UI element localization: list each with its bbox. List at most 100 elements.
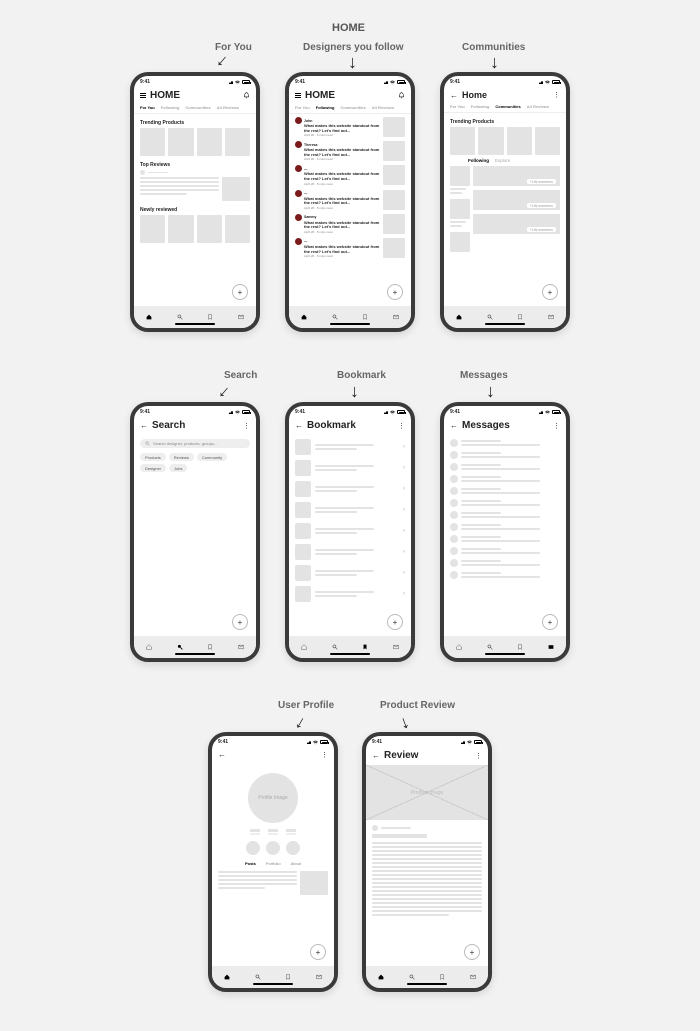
post-thumbnail[interactable]: [300, 871, 328, 895]
product-card[interactable]: [168, 215, 193, 243]
nav-bookmark-icon[interactable]: [362, 644, 368, 650]
bookmark-item[interactable]: ›: [295, 481, 405, 497]
bookmark-item[interactable]: ›: [295, 523, 405, 539]
back-icon[interactable]: ←: [295, 421, 303, 430]
back-icon[interactable]: ←: [372, 751, 380, 760]
tab-following[interactable]: Following: [471, 104, 490, 109]
nav-home-icon[interactable]: [146, 314, 152, 320]
fab-add[interactable]: +: [232, 284, 248, 300]
nav-home-icon[interactable]: [456, 644, 462, 650]
nav-search-icon[interactable]: [409, 974, 415, 980]
feed-item[interactable]: — What makes this website standout from …: [295, 238, 405, 258]
tab-following[interactable]: Following: [161, 105, 180, 110]
product-card[interactable]: [507, 127, 532, 155]
product-image[interactable]: Product Image: [366, 765, 488, 820]
nav-messages-icon[interactable]: [470, 974, 476, 980]
back-icon[interactable]: ←: [140, 421, 148, 430]
menu-icon[interactable]: [140, 93, 146, 97]
bell-icon[interactable]: [243, 92, 250, 99]
tab-for-you[interactable]: For You: [295, 105, 310, 110]
tab-communities[interactable]: Communities: [495, 104, 520, 109]
nav-home-icon[interactable]: [301, 314, 307, 320]
highlight-circle[interactable]: [246, 841, 260, 855]
bookmark-item[interactable]: ›: [295, 586, 405, 602]
feed-item[interactable]: — What makes this website standout from …: [295, 165, 405, 185]
nav-search-icon[interactable]: [332, 314, 338, 320]
product-card[interactable]: [197, 215, 222, 243]
nav-home-icon[interactable]: [378, 974, 384, 980]
nav-messages-icon[interactable]: [393, 314, 399, 320]
nav-home-icon[interactable]: [224, 974, 230, 980]
nav-messages-icon[interactable]: [238, 314, 244, 320]
fab-add[interactable]: +: [387, 284, 403, 300]
nav-bookmark-icon[interactable]: [517, 314, 523, 320]
message-item[interactable]: [450, 559, 560, 567]
product-card[interactable]: [197, 128, 222, 156]
highlight-circle[interactable]: [266, 841, 280, 855]
back-icon[interactable]: ←: [450, 91, 458, 100]
community-card[interactable]: [450, 166, 470, 186]
message-item[interactable]: [450, 571, 560, 579]
nav-search-icon[interactable]: [332, 644, 338, 650]
menu-icon[interactable]: [295, 93, 301, 97]
nav-messages-icon[interactable]: [548, 644, 554, 650]
feed-item[interactable]: John What makes this website standout fr…: [295, 117, 405, 137]
tab-all-reviews[interactable]: All Reviews: [217, 105, 239, 110]
product-card[interactable]: [225, 215, 250, 243]
nav-home-icon[interactable]: [456, 314, 462, 320]
community-card[interactable]: [450, 232, 470, 252]
fab-add[interactable]: +: [232, 614, 248, 630]
product-card[interactable]: [168, 128, 193, 156]
tab-posts[interactable]: Posts: [245, 861, 256, 866]
tab-communities[interactable]: Communities: [340, 105, 365, 110]
bell-icon[interactable]: [398, 92, 405, 99]
message-item[interactable]: [450, 475, 560, 483]
back-icon[interactable]: ←: [450, 421, 458, 430]
subtab-explore[interactable]: Explore: [495, 158, 510, 163]
chip-designer[interactable]: Designer: [140, 464, 166, 472]
message-item[interactable]: [450, 463, 560, 471]
nav-search-icon[interactable]: [487, 314, 493, 320]
product-card[interactable]: [535, 127, 560, 155]
feed-item[interactable]: Theresa What makes this website standout…: [295, 141, 405, 161]
message-item[interactable]: [450, 451, 560, 459]
nav-search-icon[interactable]: [177, 644, 183, 650]
back-icon[interactable]: ←: [218, 750, 226, 759]
review-thumbnail[interactable]: [222, 177, 250, 201]
nav-home-icon[interactable]: [146, 644, 152, 650]
product-card[interactable]: [225, 128, 250, 156]
community-card[interactable]: [450, 199, 470, 219]
more-icon[interactable]: ⋮: [243, 422, 250, 430]
tab-all-reviews[interactable]: All Reviews: [527, 104, 549, 109]
fab-add[interactable]: +: [542, 614, 558, 630]
more-icon[interactable]: ⋮: [398, 422, 405, 430]
message-item[interactable]: [450, 499, 560, 507]
nav-search-icon[interactable]: [177, 314, 183, 320]
product-card[interactable]: [140, 215, 165, 243]
nav-search-icon[interactable]: [255, 974, 261, 980]
fab-add[interactable]: +: [387, 614, 403, 630]
nav-messages-icon[interactable]: [316, 974, 322, 980]
bookmark-item[interactable]: ›: [295, 502, 405, 518]
tab-about[interactable]: About: [291, 861, 301, 866]
message-item[interactable]: [450, 535, 560, 543]
fab-add[interactable]: +: [464, 944, 480, 960]
chip-reviews[interactable]: Reviews: [169, 453, 194, 461]
nav-bookmark-icon[interactable]: [207, 644, 213, 650]
tab-for-you[interactable]: For You: [450, 104, 465, 109]
more-icon[interactable]: ⋮: [321, 751, 328, 759]
message-item[interactable]: [450, 547, 560, 555]
nav-search-icon[interactable]: [487, 644, 493, 650]
nav-messages-icon[interactable]: [238, 644, 244, 650]
feed-item[interactable]: Sammy What makes this website standout f…: [295, 214, 405, 234]
profile-image[interactable]: Profile Image: [248, 773, 298, 823]
bookmark-item[interactable]: ›: [295, 460, 405, 476]
chip-community[interactable]: Community: [197, 453, 227, 461]
tab-communities[interactable]: Communities: [185, 105, 210, 110]
nav-messages-icon[interactable]: [393, 644, 399, 650]
nav-messages-icon[interactable]: [548, 314, 554, 320]
message-item[interactable]: [450, 487, 560, 495]
message-item[interactable]: [450, 511, 560, 519]
chip-products[interactable]: Products: [140, 453, 166, 461]
bookmark-item[interactable]: ›: [295, 544, 405, 560]
